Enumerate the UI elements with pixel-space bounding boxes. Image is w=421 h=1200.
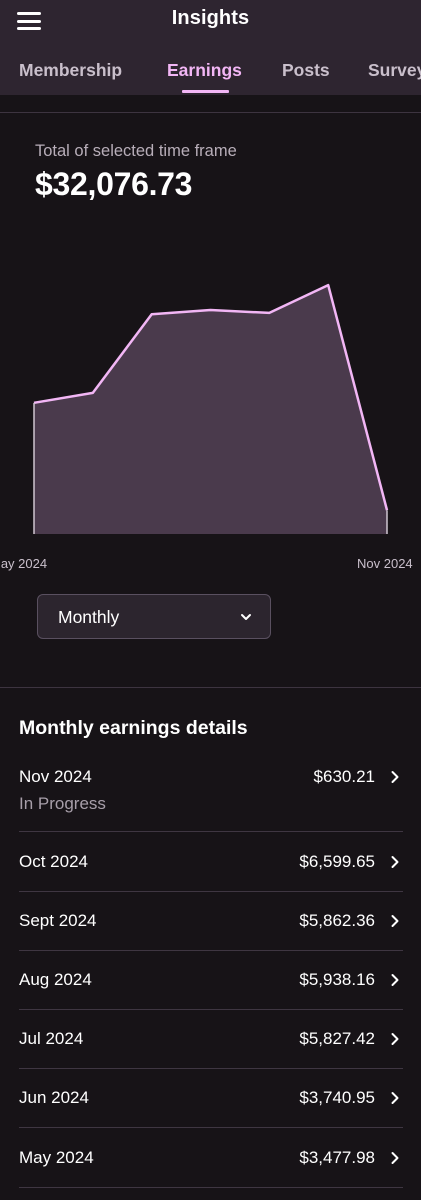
earnings-row[interactable]: Sept 2024 $5,862.36 [19, 911, 403, 935]
chevron-right-icon [391, 771, 399, 783]
chevron-right-icon [391, 1092, 399, 1104]
row-amount: $3,740.95 [299, 1088, 375, 1107]
row-amount: $6,599.65 [299, 852, 375, 871]
earnings-row[interactable]: Jul 2024 $5,827.42 [19, 1029, 403, 1053]
app-header: Insights Membership Earnings Posts Surve… [0, 0, 421, 95]
row-month: May 2024 [19, 1148, 94, 1167]
earnings-row[interactable]: May 2024 $3,477.98 [19, 1148, 403, 1172]
row-divider [19, 1187, 403, 1188]
chart-x-start-label: May 2024 [0, 556, 48, 571]
chevron-down-icon [241, 614, 251, 620]
divider [0, 112, 421, 113]
timeframe-dropdown[interactable]: Monthly [37, 594, 271, 639]
row-divider [19, 891, 403, 892]
chevron-right-icon [391, 915, 399, 927]
row-amount: $5,938.16 [299, 970, 375, 989]
row-month: Jun 2024 [19, 1088, 89, 1107]
chevron-right-icon [391, 1033, 399, 1045]
row-month: Oct 2024 [19, 852, 88, 871]
tab-bar: Membership Earnings Posts Surveys [0, 60, 421, 95]
divider [0, 687, 421, 688]
total-label: Total of selected time frame [35, 142, 237, 160]
active-tab-indicator [182, 90, 229, 93]
earnings-row[interactable]: Aug 2024 $5,938.16 [19, 970, 403, 994]
row-month: Aug 2024 [19, 970, 92, 989]
earnings-area-chart [33, 283, 389, 534]
tab-surveys[interactable]: Surveys [368, 60, 421, 81]
chart-x-end-label: Nov 2024 [357, 556, 413, 571]
chevron-right-icon [391, 856, 399, 868]
chevron-right-icon [391, 974, 399, 986]
row-amount: $5,827.42 [299, 1029, 375, 1048]
page-title: Insights [171, 7, 250, 29]
row-amount: $3,477.98 [299, 1148, 375, 1167]
row-amount: $5,862.36 [299, 911, 375, 930]
total-earnings-value: $32,076.73 [35, 166, 193, 202]
row-divider [19, 1127, 403, 1128]
row-divider [19, 831, 403, 832]
row-divider [19, 1009, 403, 1010]
chevron-right-icon [391, 1152, 399, 1164]
earnings-row[interactable]: Nov 2024 In Progress $630.21 [19, 767, 403, 817]
tab-posts[interactable]: Posts [282, 60, 330, 81]
row-status: In Progress [19, 794, 106, 813]
earnings-row[interactable]: Oct 2024 $6,599.65 [19, 852, 403, 876]
row-amount: $630.21 [313, 767, 375, 786]
earnings-row[interactable]: Jun 2024 $3,740.95 [19, 1088, 403, 1112]
dropdown-selected-value: Monthly [58, 607, 120, 627]
tab-membership[interactable]: Membership [19, 60, 122, 81]
chart-area-fill [34, 285, 387, 534]
row-month: Jul 2024 [19, 1029, 84, 1048]
row-divider [19, 1068, 403, 1069]
row-month: Nov 2024 [19, 767, 92, 786]
row-divider [19, 950, 403, 951]
row-month: Sept 2024 [19, 911, 97, 930]
tab-earnings[interactable]: Earnings [167, 60, 242, 81]
section-title: Monthly earnings details [19, 717, 248, 739]
